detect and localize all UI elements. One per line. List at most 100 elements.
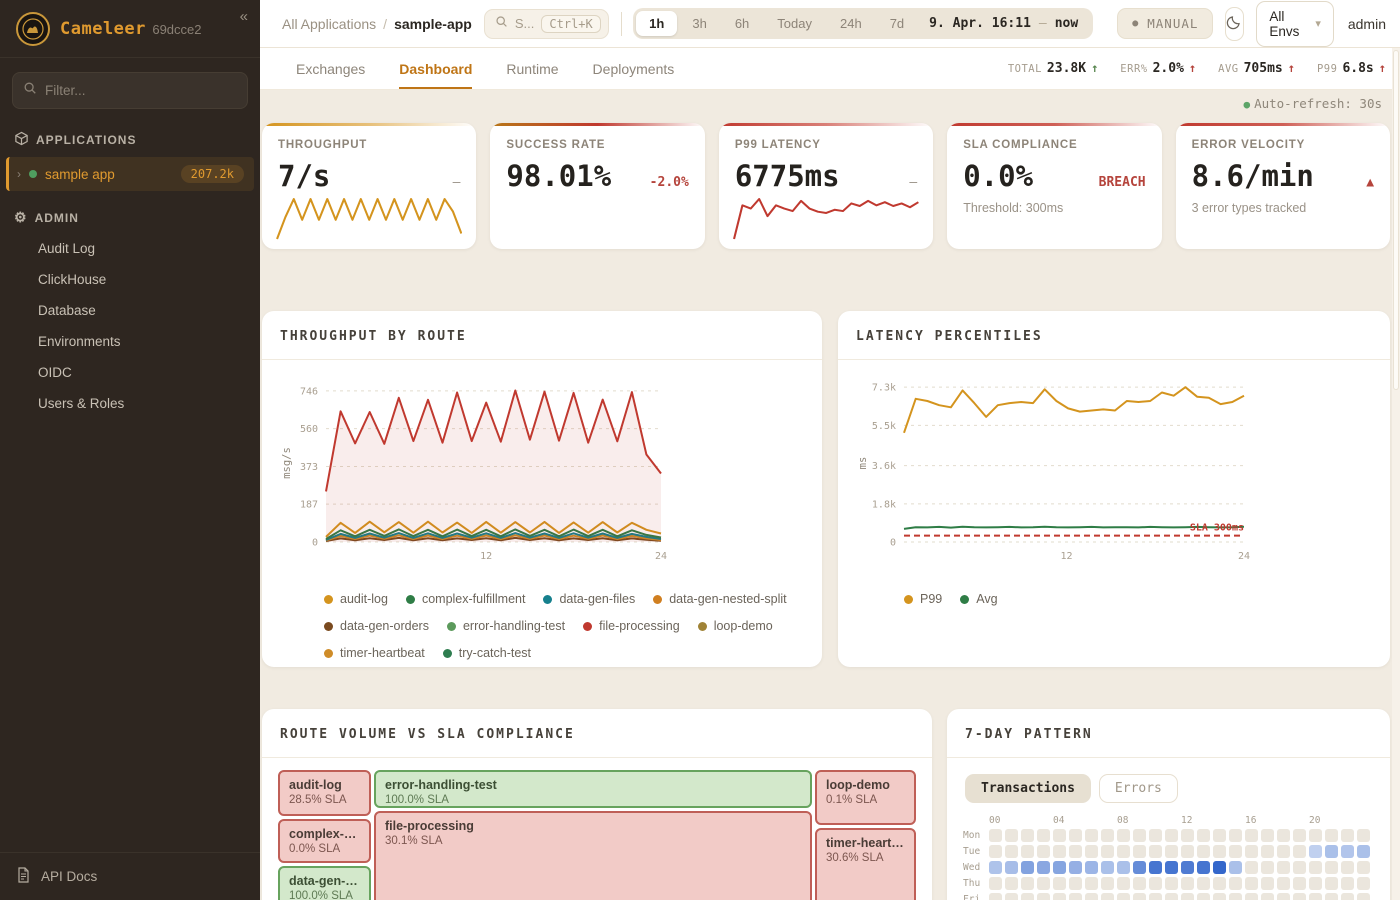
tab-dashboard[interactable]: Dashboard (399, 48, 472, 89)
time-range-1h[interactable]: 1h (636, 11, 677, 36)
moon-icon (1226, 13, 1243, 35)
heatmap-cell (1021, 829, 1034, 842)
heatmap-cell (1037, 877, 1050, 890)
latency-chart: 01.8k3.6k5.5k7.3k1224msSLA 300ms (854, 372, 1390, 577)
sidebar-item-environments[interactable]: Environments (0, 327, 260, 356)
legend-item-complex-fulfillment[interactable]: complex-fulfillment (406, 592, 526, 606)
heatmap-cell (1341, 877, 1354, 890)
legend-item-audit-log[interactable]: audit-log (324, 592, 388, 606)
scrollbar-thumb[interactable] (1393, 50, 1399, 390)
legend-item-error-handling-test[interactable]: error-handling-test (447, 619, 565, 633)
api-docs-label: API Docs (41, 869, 97, 884)
treemap-node-data-gen-files[interactable]: data-gen-files100.0% SLA (278, 866, 371, 900)
heatmap-day-label: Tue (963, 846, 989, 857)
global-search[interactable]: S... Ctrl+K (484, 9, 609, 39)
heatmap-cell (1325, 893, 1338, 900)
user-menu[interactable]: admin (1348, 16, 1386, 32)
legend-item-data-gen-files[interactable]: data-gen-files (543, 592, 635, 606)
heatmap-day-label: Mon (963, 830, 989, 841)
heatmap-cell (989, 829, 1002, 842)
treemap-node-sla: 100.0% SLA (289, 890, 360, 900)
treemap-node-loop-demo[interactable]: loop-demo0.1% SLA (815, 770, 916, 825)
chevron-down-icon: ▾ (1315, 17, 1321, 30)
kpi-card-success-rate: SUCCESS RATE98.01%-2.0% (490, 123, 704, 249)
topbar: All Applications / sample-app S... Ctrl+… (260, 0, 1400, 48)
legend-dot-icon (324, 595, 333, 604)
heatmap-cell (1165, 877, 1178, 890)
legend-label: audit-log (340, 592, 388, 606)
scrollbar[interactable] (1392, 48, 1400, 900)
heatmap-cell (1149, 893, 1162, 900)
svg-text:1.8k: 1.8k (872, 499, 896, 510)
theme-toggle-button[interactable] (1225, 7, 1244, 41)
heatmap-cell (1245, 877, 1258, 890)
legend-label: data-gen-files (559, 592, 635, 606)
sidebar-item-audit-log[interactable]: Audit Log (0, 234, 260, 263)
heatmap-cell (1149, 877, 1162, 890)
treemap-node-audit-log[interactable]: audit-log28.5% SLA (278, 770, 371, 816)
heatmap-cell (1197, 861, 1210, 874)
date-range-display[interactable]: 9. Apr. 16:11 – now (919, 16, 1090, 31)
sidebar-item-clickhouse[interactable]: ClickHouse (0, 265, 260, 294)
heatmap-cell (1117, 893, 1130, 900)
sidebar-item-users-roles[interactable]: Users & Roles (0, 389, 260, 418)
time-range-7d[interactable]: 7d (877, 11, 917, 36)
treemap-node-error-handling-test[interactable]: error-handling-test100.0% SLA (374, 770, 812, 808)
heatmap-row-tue: Tue (963, 845, 1374, 858)
stat-label: P99 (1317, 63, 1337, 75)
treemap-node-file-processing[interactable]: file-processing30.1% SLA (374, 811, 812, 900)
heatmap-cell (1325, 829, 1338, 842)
legend-item-avg[interactable]: Avg (960, 592, 997, 606)
heatmap-cell (1341, 893, 1354, 900)
kpi-card-sla-compliance: SLA COMPLIANCE0.0%BREACHThreshold: 300ms (947, 123, 1161, 249)
heatmap-cell (1005, 877, 1018, 890)
trend-arrow-icon: ↑ (1091, 61, 1098, 75)
build-hash: 69dcce2 (152, 22, 201, 37)
legend-label: data-gen-orders (340, 619, 429, 633)
stat-label: AVG (1218, 63, 1238, 75)
sidebar-item-oidc[interactable]: OIDC (0, 358, 260, 387)
legend-item-file-processing[interactable]: file-processing (583, 619, 680, 633)
toggle-errors[interactable]: Errors (1099, 774, 1178, 803)
heatmap-cell (1229, 829, 1242, 842)
trend-arrow-icon: ↑ (1379, 61, 1386, 75)
heatmap-cell (1277, 861, 1290, 874)
manual-mode-button[interactable]: ● MANUAL (1117, 8, 1213, 39)
sidebar-filter[interactable] (12, 72, 248, 109)
heatmap-cell (1133, 829, 1146, 842)
legend-dot-icon (583, 622, 592, 631)
treemap-node-timer-heartbeat[interactable]: timer-heartbeat30.6% SLA (815, 828, 916, 900)
filter-input[interactable] (45, 83, 237, 98)
legend-item-try-catch-test[interactable]: try-catch-test (443, 646, 531, 660)
legend-item-data-gen-orders[interactable]: data-gen-orders (324, 619, 429, 633)
sidebar-collapse-button[interactable]: « (240, 8, 248, 25)
time-range-3h[interactable]: 3h (679, 11, 719, 36)
time-range-today[interactable]: Today (764, 11, 825, 36)
tab-runtime[interactable]: Runtime (506, 48, 558, 89)
treemap-node-complex-fulfillment[interactable]: complex-fulfillment0.0% SLA (278, 819, 371, 863)
heatmap-mode-toggles: Transactions Errors (965, 774, 1374, 803)
legend-item-data-gen-nested-split[interactable]: data-gen-nested-split (653, 592, 786, 606)
tab-exchanges[interactable]: Exchanges (296, 48, 365, 89)
legend-item-loop-demo[interactable]: loop-demo (698, 619, 773, 633)
tab-bar: ExchangesDashboardRuntimeDeployments TOT… (260, 48, 1400, 90)
tab-deployments[interactable]: Deployments (593, 48, 675, 89)
legend-item-p99[interactable]: P99 (904, 592, 942, 606)
breadcrumb-all-applications[interactable]: All Applications (282, 16, 376, 32)
time-range-24h[interactable]: 24h (827, 11, 875, 36)
heatmap-cell (1261, 829, 1274, 842)
sidebar-item-api-docs[interactable]: API Docs (0, 852, 260, 900)
toggle-transactions[interactable]: Transactions (965, 774, 1091, 803)
heatmap-cell (1037, 861, 1050, 874)
time-range-6h[interactable]: 6h (722, 11, 762, 36)
legend-dot-icon (324, 622, 333, 631)
applications-section-label: APPLICATIONS (0, 113, 260, 157)
package-icon (14, 131, 29, 149)
stat-label: ERR% (1120, 63, 1147, 75)
search-shortcut-badge: Ctrl+K (541, 15, 600, 33)
legend-item-timer-heartbeat[interactable]: timer-heartbeat (324, 646, 425, 660)
env-select-dropdown[interactable]: All Envs ▾ (1256, 1, 1333, 47)
sidebar-item-sample-app[interactable]: › sample app 207.2k (6, 157, 254, 191)
kpi-label: THROUGHPUT (278, 139, 460, 151)
sidebar-item-database[interactable]: Database (0, 296, 260, 325)
